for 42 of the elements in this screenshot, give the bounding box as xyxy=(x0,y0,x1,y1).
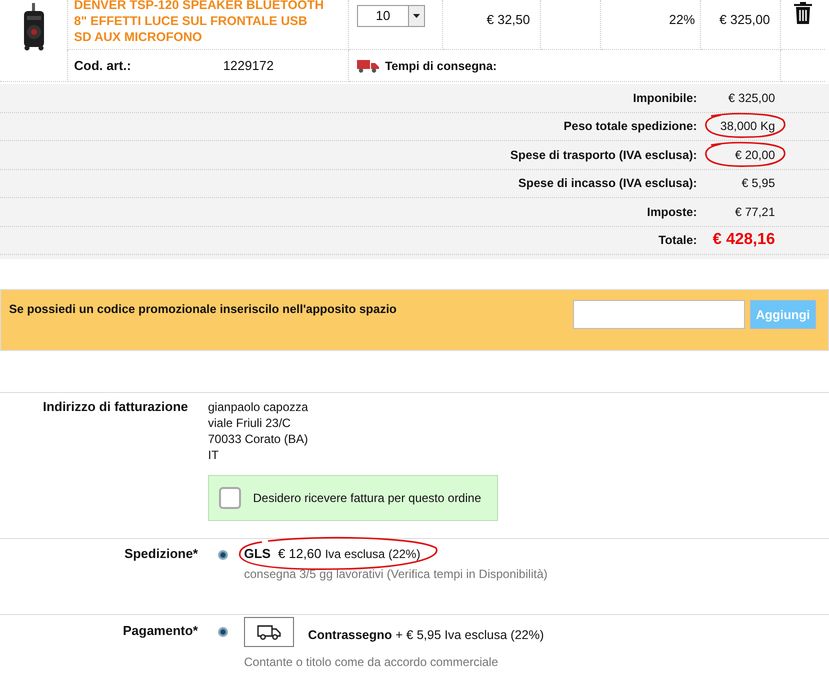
summary-label: Spese di incasso (IVA esclusa): xyxy=(517,176,697,190)
payment-radio[interactable] xyxy=(218,627,228,637)
line-total: € 325,00 xyxy=(719,12,770,27)
invoice-label: Desidero ricevere fattura per questo ordine xyxy=(253,491,482,505)
trash-icon[interactable] xyxy=(793,1,813,25)
summary-label: Peso totale spedizione: xyxy=(562,119,697,134)
summary-label: Imposte: xyxy=(646,204,697,219)
payment-option: Contrassegno + € 5,95 Iva esclusa (22%) xyxy=(308,628,544,642)
unit-price: € 32,50 xyxy=(486,12,530,27)
address-line: IT xyxy=(208,447,220,463)
summary-value: 38,000 Kg xyxy=(697,119,775,134)
payment-description: Contante o titolo come da accordo commerciale xyxy=(244,655,500,669)
shipping-description: consegna 3/5 gg lavorativi (Verifica tempi in Disponibilità) xyxy=(244,567,548,581)
summary-value: € 77,21 xyxy=(734,204,775,219)
shipping-option: GLS € 12,60 Iva esclusa (22%) xyxy=(244,546,420,561)
summary-value: € 325,00 xyxy=(727,90,775,105)
van-icon xyxy=(244,617,294,647)
code-label: Cod. art.: xyxy=(74,58,132,73)
address-line: gianpaolo capozza xyxy=(208,399,310,415)
add-button[interactable]: Aggiungi xyxy=(750,300,816,329)
promo-text: Se possiedi un codice promozionale inseriscilo nell'apposito spazio xyxy=(9,302,397,316)
caret-icon xyxy=(413,14,420,18)
summary-value: € 428,16 xyxy=(712,231,775,250)
summary-value: € 5,95 xyxy=(740,176,775,190)
summary-label: Spese di trasporto (IVA esclusa): xyxy=(509,148,697,162)
billing-label: Indirizzo di fatturazione xyxy=(42,399,188,414)
quantity-dropdown[interactable]: 10 xyxy=(357,5,425,27)
summary-value: € 20,00 xyxy=(697,148,775,162)
address-line: 70033 Corato (BA) xyxy=(208,431,310,447)
article-code: 1229172 xyxy=(223,58,274,73)
invoice-checkbox[interactable] xyxy=(219,487,241,509)
product-name[interactable]: DENVER TSP-120 SPEAKER BLUETOOTH 8" EFFETTI LUCE SUL FRONTALE USB SD AUX MICROFONO xyxy=(74,0,326,45)
summary-label: Imponibile: xyxy=(632,90,697,105)
payment-label: Pagamento* xyxy=(122,623,198,638)
promo-code-field[interactable] xyxy=(572,300,745,329)
shipping-label: Spedizione* xyxy=(124,546,198,561)
truck-icon xyxy=(357,58,379,72)
shipping-radio[interactable] xyxy=(218,550,228,560)
delivery-label: Tempi di consegna: xyxy=(385,58,497,72)
address-line: viale Friuli 23/C xyxy=(208,415,292,431)
vat-rate: 22% xyxy=(668,12,695,27)
summary-label: Totale: xyxy=(658,233,697,248)
